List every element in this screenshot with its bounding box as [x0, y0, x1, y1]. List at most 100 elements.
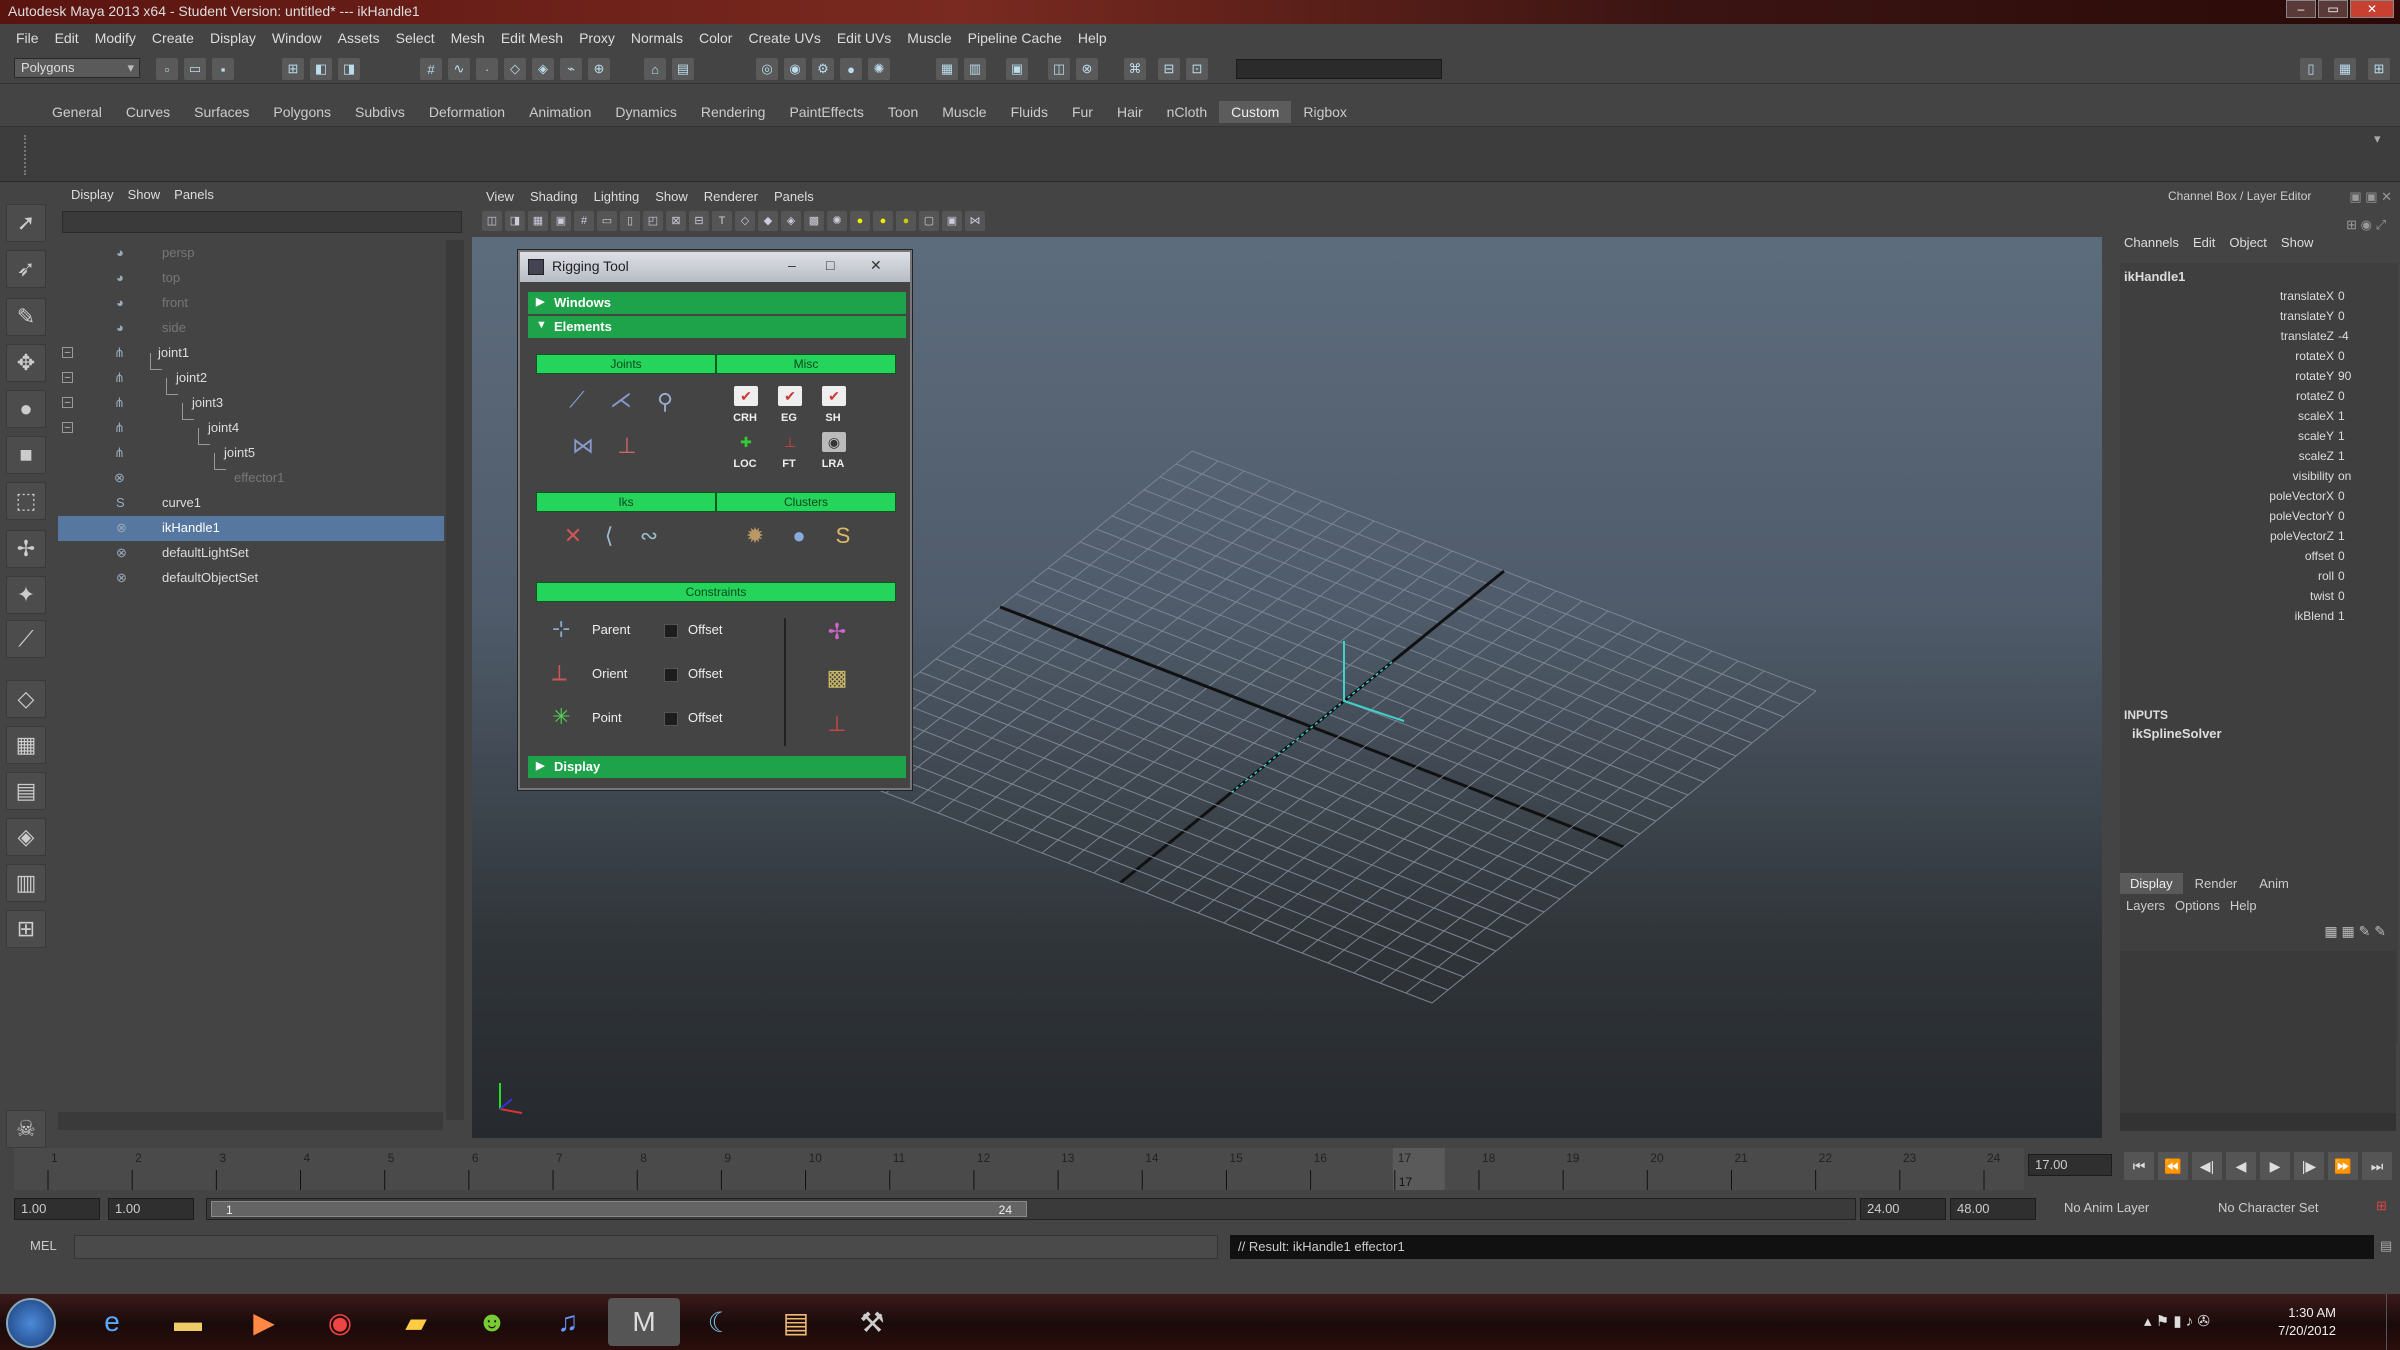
- attribute-editor-icon[interactable]: ▥: [964, 58, 986, 80]
- move-tool-icon[interactable]: ✥: [6, 344, 46, 382]
- menu-normals[interactable]: Normals: [623, 27, 691, 51]
- single-perspective-layout-icon[interactable]: ◇: [6, 680, 46, 718]
- channel-attribute[interactable]: poleVectorZ 1: [2270, 529, 2378, 549]
- hypergraph-layout-icon[interactable]: ▥: [6, 864, 46, 902]
- channel-attribute[interactable]: rotateY 90: [2295, 369, 2378, 389]
- shelf-tab-surfaces[interactable]: Surfaces: [182, 101, 261, 123]
- maya-icon[interactable]: M: [608, 1298, 680, 1346]
- menu-color[interactable]: Color: [691, 27, 740, 51]
- hotbox-icon[interactable]: ⊟: [1158, 58, 1180, 80]
- shelf-tab-fur[interactable]: Fur: [1060, 101, 1105, 123]
- internet-explorer-icon[interactable]: e: [76, 1298, 148, 1346]
- rotate-tool-icon[interactable]: ●: [6, 390, 46, 428]
- attribute-value[interactable]: 0: [2334, 289, 2378, 303]
- channel-attribute[interactable]: rotateZ 0: [2296, 389, 2378, 409]
- hypershade-icon[interactable]: ●: [840, 58, 862, 80]
- step-back-frame-icon[interactable]: ◀|: [2192, 1152, 2222, 1180]
- orient-joint-icon[interactable]: ⊥: [610, 428, 644, 464]
- channel-attribute[interactable]: twist 0: [2310, 589, 2378, 609]
- attribute-value[interactable]: on: [2334, 469, 2378, 483]
- menu-display[interactable]: Display: [202, 27, 264, 51]
- safe-action-icon[interactable]: ⊟: [689, 211, 709, 231]
- graph-editor-icon[interactable]: ▦: [936, 58, 958, 80]
- channel-attribute[interactable]: scaleZ 1: [2299, 449, 2378, 469]
- soft-mod-icon[interactable]: ✢: [6, 530, 46, 568]
- autokey-icon[interactable]: ⊞: [2376, 1198, 2387, 1214]
- ipr-render-icon[interactable]: ◉: [784, 58, 806, 80]
- attribute-value[interactable]: 0: [2334, 549, 2378, 563]
- image-plane-icon[interactable]: ▣: [551, 211, 571, 231]
- offset-checkbox[interactable]: [664, 624, 678, 638]
- attribute-value[interactable]: 0: [2334, 569, 2378, 583]
- shelf-tab-muscle[interactable]: Muscle: [930, 101, 998, 123]
- smooth-shade-icon[interactable]: ◆: [758, 211, 778, 231]
- attribute-value[interactable]: 0: [2334, 489, 2378, 503]
- viewport-menu-lighting[interactable]: Lighting: [588, 189, 646, 204]
- menu-assets[interactable]: Assets: [330, 27, 388, 51]
- constraint-name[interactable]: Parent: [592, 622, 630, 637]
- collapse-toggle[interactable]: –: [62, 347, 73, 358]
- shelf-tab-fluids[interactable]: Fluids: [999, 101, 1060, 123]
- select-tool-icon[interactable]: ➚: [6, 204, 46, 242]
- script-icon[interactable]: ⌘: [1124, 58, 1146, 80]
- snap-curve-icon[interactable]: ∿: [448, 58, 470, 80]
- select-component-icon[interactable]: ◨: [338, 58, 360, 80]
- safe-title-icon[interactable]: T: [712, 211, 732, 231]
- scale-tool-icon[interactable]: ■: [6, 436, 46, 474]
- cluster-curve-icon[interactable]: ●: [782, 518, 816, 554]
- command-language-label[interactable]: MEL: [30, 1238, 57, 1253]
- open-scene-icon[interactable]: ▭: [184, 58, 206, 80]
- misc-ft-button[interactable]: ⊥ FT: [772, 430, 806, 470]
- insert-joint-icon[interactable]: ⚲: [648, 384, 682, 420]
- layer-menu-options[interactable]: Options: [2175, 898, 2220, 913]
- menu-muscle[interactable]: Muscle: [899, 27, 959, 51]
- layer-scrollbar[interactable]: [2120, 1113, 2396, 1131]
- input-node[interactable]: ikSplineSolver: [2132, 726, 2222, 741]
- shelf-tab-subdivs[interactable]: Subdivs: [343, 101, 417, 123]
- outliner-item[interactable]: ◕ front: [58, 291, 444, 316]
- attribute-value[interactable]: 1: [2334, 409, 2378, 423]
- attribute-value[interactable]: 1: [2334, 609, 2378, 623]
- lock-icon[interactable]: ⌂: [644, 58, 666, 80]
- viewport-menu-renderer[interactable]: Renderer: [698, 189, 764, 204]
- channel-attribute[interactable]: offset 0: [2305, 549, 2378, 569]
- shelf-tab-polygons[interactable]: Polygons: [261, 101, 343, 123]
- panel-icon[interactable]: ⊡: [1186, 58, 1208, 80]
- paint-select-icon[interactable]: ✎: [6, 298, 46, 336]
- shelf-tab-rigbox[interactable]: Rigbox: [1291, 101, 1359, 123]
- outliner-menu-display[interactable]: Display: [66, 187, 119, 207]
- ik-handle-gizmo[interactable]: [1343, 700, 1405, 722]
- misc-eg-button[interactable]: ✔ EG: [772, 384, 806, 424]
- outliner-item[interactable]: – ⋔ joint2: [58, 366, 444, 391]
- gate-mask-icon[interactable]: ◰: [643, 211, 663, 231]
- viewport-menu-shading[interactable]: Shading: [524, 189, 584, 204]
- snap-surface-icon[interactable]: ◈: [532, 58, 554, 80]
- snap-grid-icon[interactable]: #: [420, 58, 442, 80]
- collapse-toggle[interactable]: –: [62, 397, 73, 408]
- menu-window[interactable]: Window: [264, 27, 330, 51]
- outliner-item[interactable]: ⊗ ikHandle1: [58, 516, 444, 541]
- outliner-horizontal-scrollbar[interactable]: [58, 1112, 443, 1130]
- render-view-layout-icon[interactable]: ⊞: [6, 910, 46, 948]
- outliner-search-field[interactable]: [62, 211, 462, 233]
- frame-windows[interactable]: ▶ Windows: [528, 292, 906, 314]
- outliner-item[interactable]: – ⋔ joint4: [58, 416, 444, 441]
- ik-spline-handle-icon[interactable]: ∾: [632, 518, 666, 554]
- outliner-item[interactable]: – ⋔ joint3: [58, 391, 444, 416]
- x-ray-joints-icon[interactable]: ⋈: [965, 211, 985, 231]
- joint-chain-icon[interactable]: ⋌: [604, 382, 638, 418]
- outliner-item[interactable]: ⋔ joint5: [58, 441, 444, 466]
- chrome-icon[interactable]: ◉: [304, 1298, 376, 1346]
- maximize-button[interactable]: ▭: [2318, 0, 2348, 18]
- menu-create[interactable]: Create: [144, 27, 202, 51]
- last-tool-icon[interactable]: ✦: [6, 576, 46, 614]
- shelf-grip[interactable]: [24, 135, 36, 175]
- character-set-selector[interactable]: No Character Set: [2218, 1200, 2318, 1215]
- menu-file[interactable]: File: [8, 27, 47, 51]
- menu-select[interactable]: Select: [388, 27, 443, 51]
- outliner-item[interactable]: ◕ persp: [58, 241, 444, 266]
- wire-on-shaded-icon[interactable]: ◈: [781, 211, 801, 231]
- menu-edit-uvs[interactable]: Edit UVs: [829, 27, 899, 51]
- tool-settings-icon[interactable]: ▣: [1006, 58, 1028, 80]
- isolate-select-icon[interactable]: ▣: [942, 211, 962, 231]
